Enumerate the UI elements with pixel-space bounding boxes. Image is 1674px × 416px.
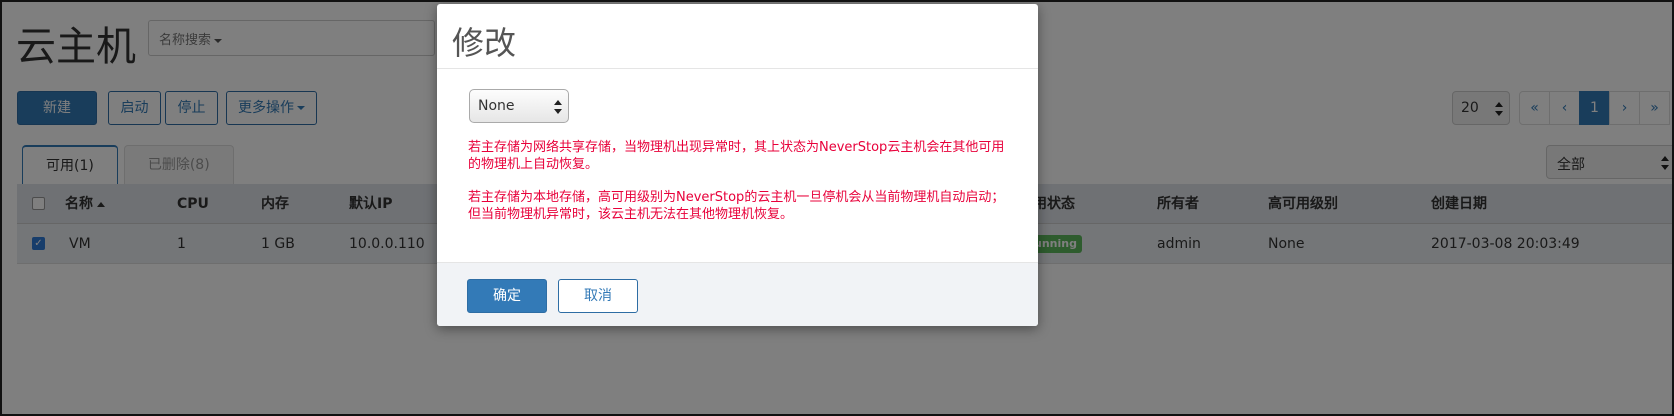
edit-dialog: 修改 None 若主存储为网络共享存储，当物理机出现异常时，其上状态为Never… <box>437 4 1038 326</box>
select-arrows-icon <box>554 100 562 114</box>
warning-shared-storage: 若主存储为网络共享存储，当物理机出现异常时，其上状态为NeverStop云主机会… <box>468 140 1005 172</box>
dialog-footer: 确定 取消 <box>437 262 1038 326</box>
screen-frame: 云主机 名称搜索 新建 启动 停止 更多操作 20 « ‹ 1 › » 可用(1… <box>0 0 1674 416</box>
ha-level-value: None <box>478 98 515 114</box>
dialog-header: 修改 <box>437 4 1038 69</box>
confirm-button[interactable]: 确定 <box>467 279 547 313</box>
dialog-title: 修改 <box>452 24 517 62</box>
cancel-button[interactable]: 取消 <box>558 279 638 313</box>
ha-level-select[interactable]: None <box>469 89 569 123</box>
warning-local-storage: 若主存储为本地存储，高可用级别为NeverStop的云主机一旦停机会从当前物理机… <box>468 190 1005 222</box>
dialog-body: None 若主存储为网络共享存储，当物理机出现异常时，其上状态为NeverSto… <box>437 69 1038 262</box>
